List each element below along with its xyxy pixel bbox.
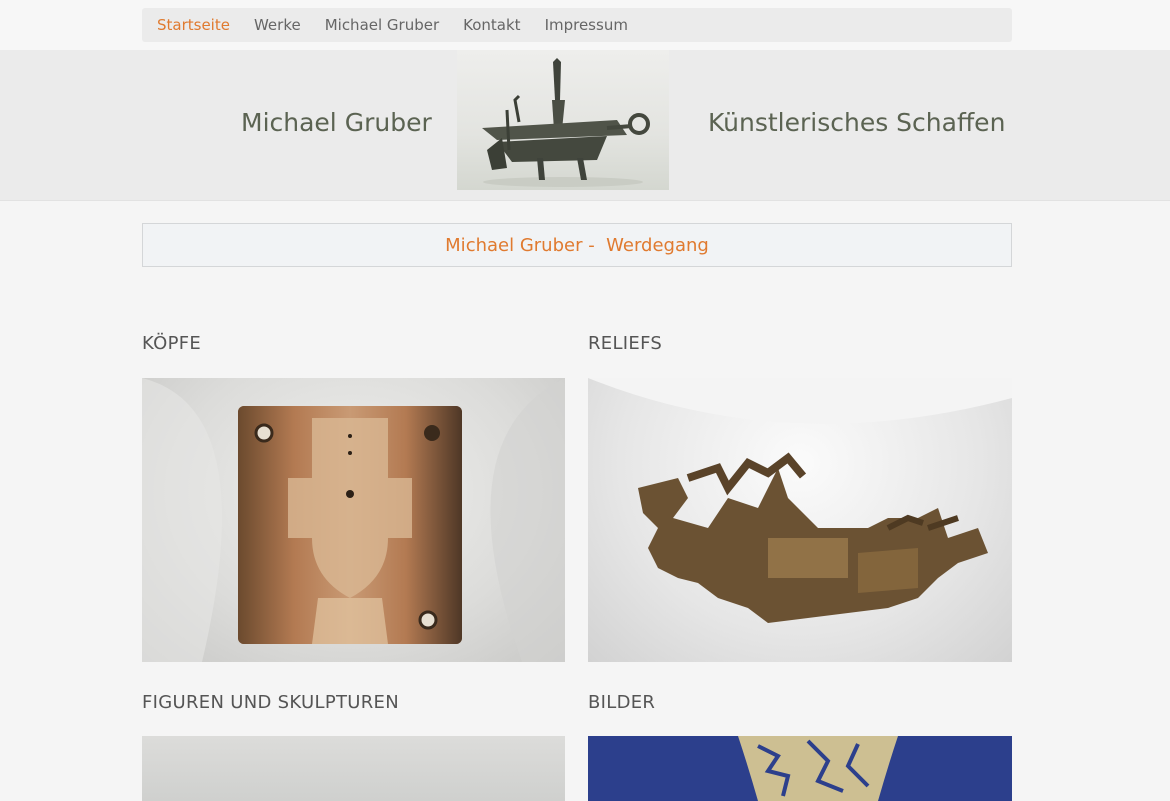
koepfe-image[interactable] bbox=[142, 378, 565, 662]
nav-item-kontakt[interactable]: Kontakt bbox=[463, 16, 520, 34]
top-bar: Startseite Werke Michael Gruber Kontakt … bbox=[0, 0, 1170, 50]
header-banner: Michael Gruber Künstlerisches Schaffen bbox=[0, 50, 1170, 201]
nav-item-startseite[interactable]: Startseite bbox=[157, 16, 230, 34]
nav-item-impressum[interactable]: Impressum bbox=[545, 16, 628, 34]
figuren-image[interactable] bbox=[142, 736, 565, 801]
banner-subtitle: Künstlerisches Schaffen bbox=[708, 108, 1006, 137]
banner-sculpture-image bbox=[457, 50, 669, 190]
section-title-bilder[interactable]: BILDER bbox=[588, 692, 655, 713]
section-title-reliefs[interactable]: RELIEFS bbox=[588, 333, 662, 354]
bilder-image[interactable] bbox=[588, 736, 1012, 801]
reliefs-image[interactable] bbox=[588, 378, 1012, 662]
nav-item-michael-gruber[interactable]: Michael Gruber bbox=[325, 16, 439, 34]
section-title-koepfe[interactable]: KÖPFE bbox=[142, 333, 201, 354]
main-nav: Startseite Werke Michael Gruber Kontakt … bbox=[142, 8, 1012, 42]
nav-item-werke[interactable]: Werke bbox=[254, 16, 301, 34]
banner-artist-name: Michael Gruber bbox=[241, 108, 432, 137]
section-title-figuren[interactable]: FIGUREN UND SKULPTUREN bbox=[142, 692, 399, 713]
werdegang-box: Michael Gruber - Werdegang bbox=[142, 223, 1012, 267]
werdegang-link[interactable]: Michael Gruber - Werdegang bbox=[445, 235, 709, 256]
